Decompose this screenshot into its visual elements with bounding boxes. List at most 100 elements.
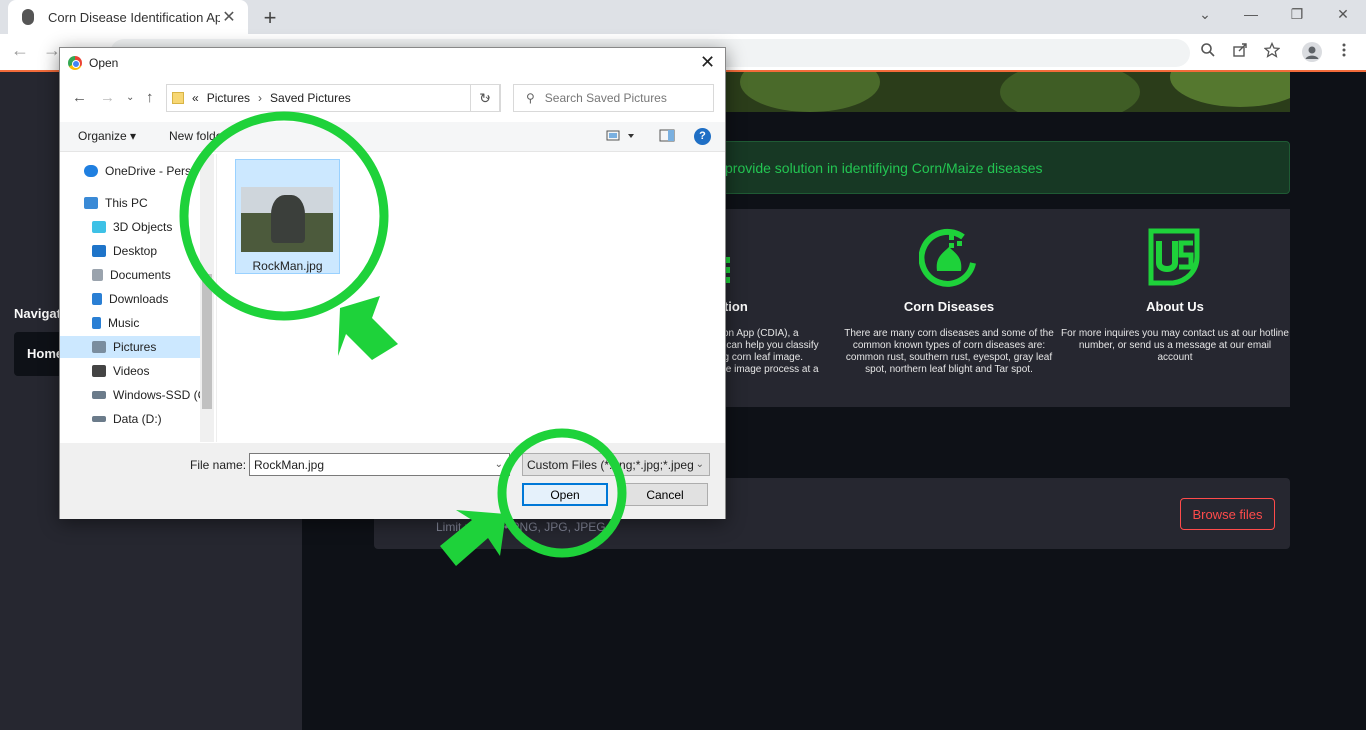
file-name-input[interactable]: RockMan.jpg ⌄ (249, 453, 510, 476)
view-options-icon[interactable] (606, 129, 636, 146)
nav-item-label: This PC (105, 196, 148, 210)
nav-documents[interactable]: Documents (60, 264, 200, 286)
nav-videos[interactable]: Videos (60, 360, 200, 382)
nav-onedrive[interactable]: OneDrive - Perso (60, 160, 200, 182)
search-placeholder: Search Saved Pictures (544, 91, 667, 105)
scrollbar-thumb[interactable] (202, 274, 212, 409)
nav-item-label: OneDrive - Perso (105, 164, 198, 178)
drive-icon (92, 391, 106, 399)
nav-music[interactable]: Music (60, 312, 200, 334)
desktop-icon (92, 245, 106, 257)
file-name-dropdown-icon[interactable]: ⌄ (495, 459, 503, 470)
nav-item-label: Downloads (109, 292, 169, 306)
dialog-command-bar: Organize ▾ New folde ? (60, 122, 725, 152)
file-name-label: RockMan.jpg (252, 259, 323, 273)
card-title: Corn Diseases (903, 299, 995, 314)
file-type-value: Custom Files (*.png;*.jpg;*.jpeg (527, 458, 694, 472)
file-name-label: File name: (190, 458, 247, 472)
recent-locations-icon[interactable]: ⌄ (126, 92, 134, 103)
nav-item-label: Videos (113, 364, 150, 378)
new-folder-button[interactable]: New folde (169, 129, 222, 143)
us-logo-icon (1145, 227, 1205, 287)
back-arrow-icon[interactable]: ← (72, 89, 87, 106)
dialog-title-bar: Open ✕ (60, 48, 725, 78)
browser-tab-bar: Corn Disease Identification App ✕ + ⌄ — … (0, 0, 1366, 34)
computer-icon (84, 197, 98, 209)
nav-data-d[interactable]: Data (D:) (60, 408, 200, 430)
download-icon (92, 293, 102, 305)
document-icon (92, 269, 103, 281)
navigation-pane: OneDrive - Perso This PC 3D Objects Desk… (60, 154, 216, 442)
refresh-button[interactable]: ↻ (470, 84, 500, 112)
hero-image (700, 72, 1290, 112)
card-title: About Us (1146, 299, 1204, 314)
file-type-dropdown-icon[interactable]: ⌄ (695, 459, 704, 470)
open-button[interactable]: Open (522, 483, 608, 506)
cloud-icon (84, 165, 98, 177)
dialog-footer: File name: RockMan.jpg ⌄ Custom Files (*… (60, 443, 725, 519)
search-icon: ⚲ (526, 91, 535, 105)
nav-item-label: Windows-SSD (C (113, 388, 200, 402)
nav-item-label: Music (108, 316, 140, 330)
card-text: There are many corn diseases and some of… (844, 328, 1054, 375)
file-list-area: RockMan.jpg (216, 154, 725, 442)
maximize-button[interactable]: ❐ (1282, 6, 1312, 23)
minimize-button[interactable]: — (1236, 6, 1266, 22)
path-breadcrumb[interactable]: « Pictures › Saved Pictures ⌄ (166, 84, 501, 112)
cube-icon (92, 221, 106, 233)
nav-item-label: Desktop (113, 244, 158, 258)
zoom-icon[interactable] (1198, 42, 1218, 62)
pictures-icon (92, 341, 106, 353)
browser-tab[interactable]: Corn Disease Identification App ✕ (8, 0, 248, 34)
image-thumbnail (241, 187, 333, 252)
nav-3d-objects[interactable]: 3D Objects (60, 216, 200, 238)
nav-item-label: Pictures (113, 340, 157, 354)
browse-files-button[interactable]: Browse files (1180, 498, 1275, 530)
upload-limit-text: Limit per file • PNG, JPG, JPEG (436, 520, 606, 534)
breadcrumb-separator-icon: › (258, 91, 263, 105)
card-text: For more inquires you may contact us at … (1061, 328, 1289, 363)
profile-avatar-icon[interactable] (1302, 42, 1322, 62)
organize-button[interactable]: Organize ▾ (78, 129, 136, 143)
corn-leaf-logo-icon (918, 227, 979, 287)
close-window-button[interactable]: ✕ (1328, 6, 1358, 23)
preview-pane-icon[interactable] (659, 129, 675, 146)
back-button[interactable]: ← (8, 40, 32, 61)
nav-desktop[interactable]: Desktop (60, 240, 200, 262)
nav-item-label: 3D Objects (113, 220, 173, 234)
dialog-address-row: ← → ⌄ ↑ « Pictures › Saved Pictures ⌄ ↻ … (60, 82, 725, 114)
nav-windows-ssd[interactable]: Windows-SSD (C (60, 384, 200, 406)
file-item-rockman[interactable]: RockMan.jpg (235, 159, 340, 274)
card-corn-diseases: Corn Diseases There are many corn diseas… (834, 227, 1064, 376)
nav-item-label: Documents (110, 268, 171, 282)
path-prefix: « (192, 91, 199, 105)
share-icon[interactable] (1230, 42, 1250, 62)
tab-title: Corn Disease Identification App (48, 9, 220, 25)
nav-item-label: Data (D:) (113, 412, 162, 426)
bookmark-star-icon[interactable] (1262, 41, 1282, 62)
tab-close-icon[interactable]: ✕ (220, 7, 238, 27)
nav-downloads[interactable]: Downloads (60, 288, 200, 310)
nav-pictures[interactable]: Pictures (60, 336, 200, 358)
dialog-title: Open (89, 56, 119, 70)
breadcrumb-saved-pictures[interactable]: Saved Pictures (270, 91, 351, 105)
drive-icon (92, 416, 106, 422)
video-icon (92, 365, 106, 377)
navigation-scrollbar[interactable] (200, 154, 214, 442)
file-type-select[interactable]: Custom Files (*.png;*.jpg;*.jpeg ⌄ (522, 453, 710, 476)
music-icon (92, 317, 101, 329)
menu-kebab-icon[interactable] (1334, 42, 1354, 62)
file-name-value: RockMan.jpg (254, 458, 325, 472)
tab-search-icon[interactable]: ⌄ (1190, 6, 1220, 23)
search-input[interactable]: ⚲ Search Saved Pictures (513, 84, 714, 112)
nav-this-pc[interactable]: This PC (60, 192, 200, 214)
corn-favicon-icon (22, 9, 34, 25)
help-icon[interactable]: ? (694, 128, 711, 145)
folder-icon (172, 92, 184, 104)
forward-arrow-icon[interactable]: → (100, 89, 115, 106)
breadcrumb-pictures[interactable]: Pictures (207, 91, 250, 105)
up-arrow-icon[interactable]: ↑ (146, 89, 154, 106)
cancel-button[interactable]: Cancel (622, 483, 708, 506)
dialog-close-button[interactable]: ✕ (700, 52, 715, 73)
new-tab-button[interactable]: + (258, 5, 282, 31)
